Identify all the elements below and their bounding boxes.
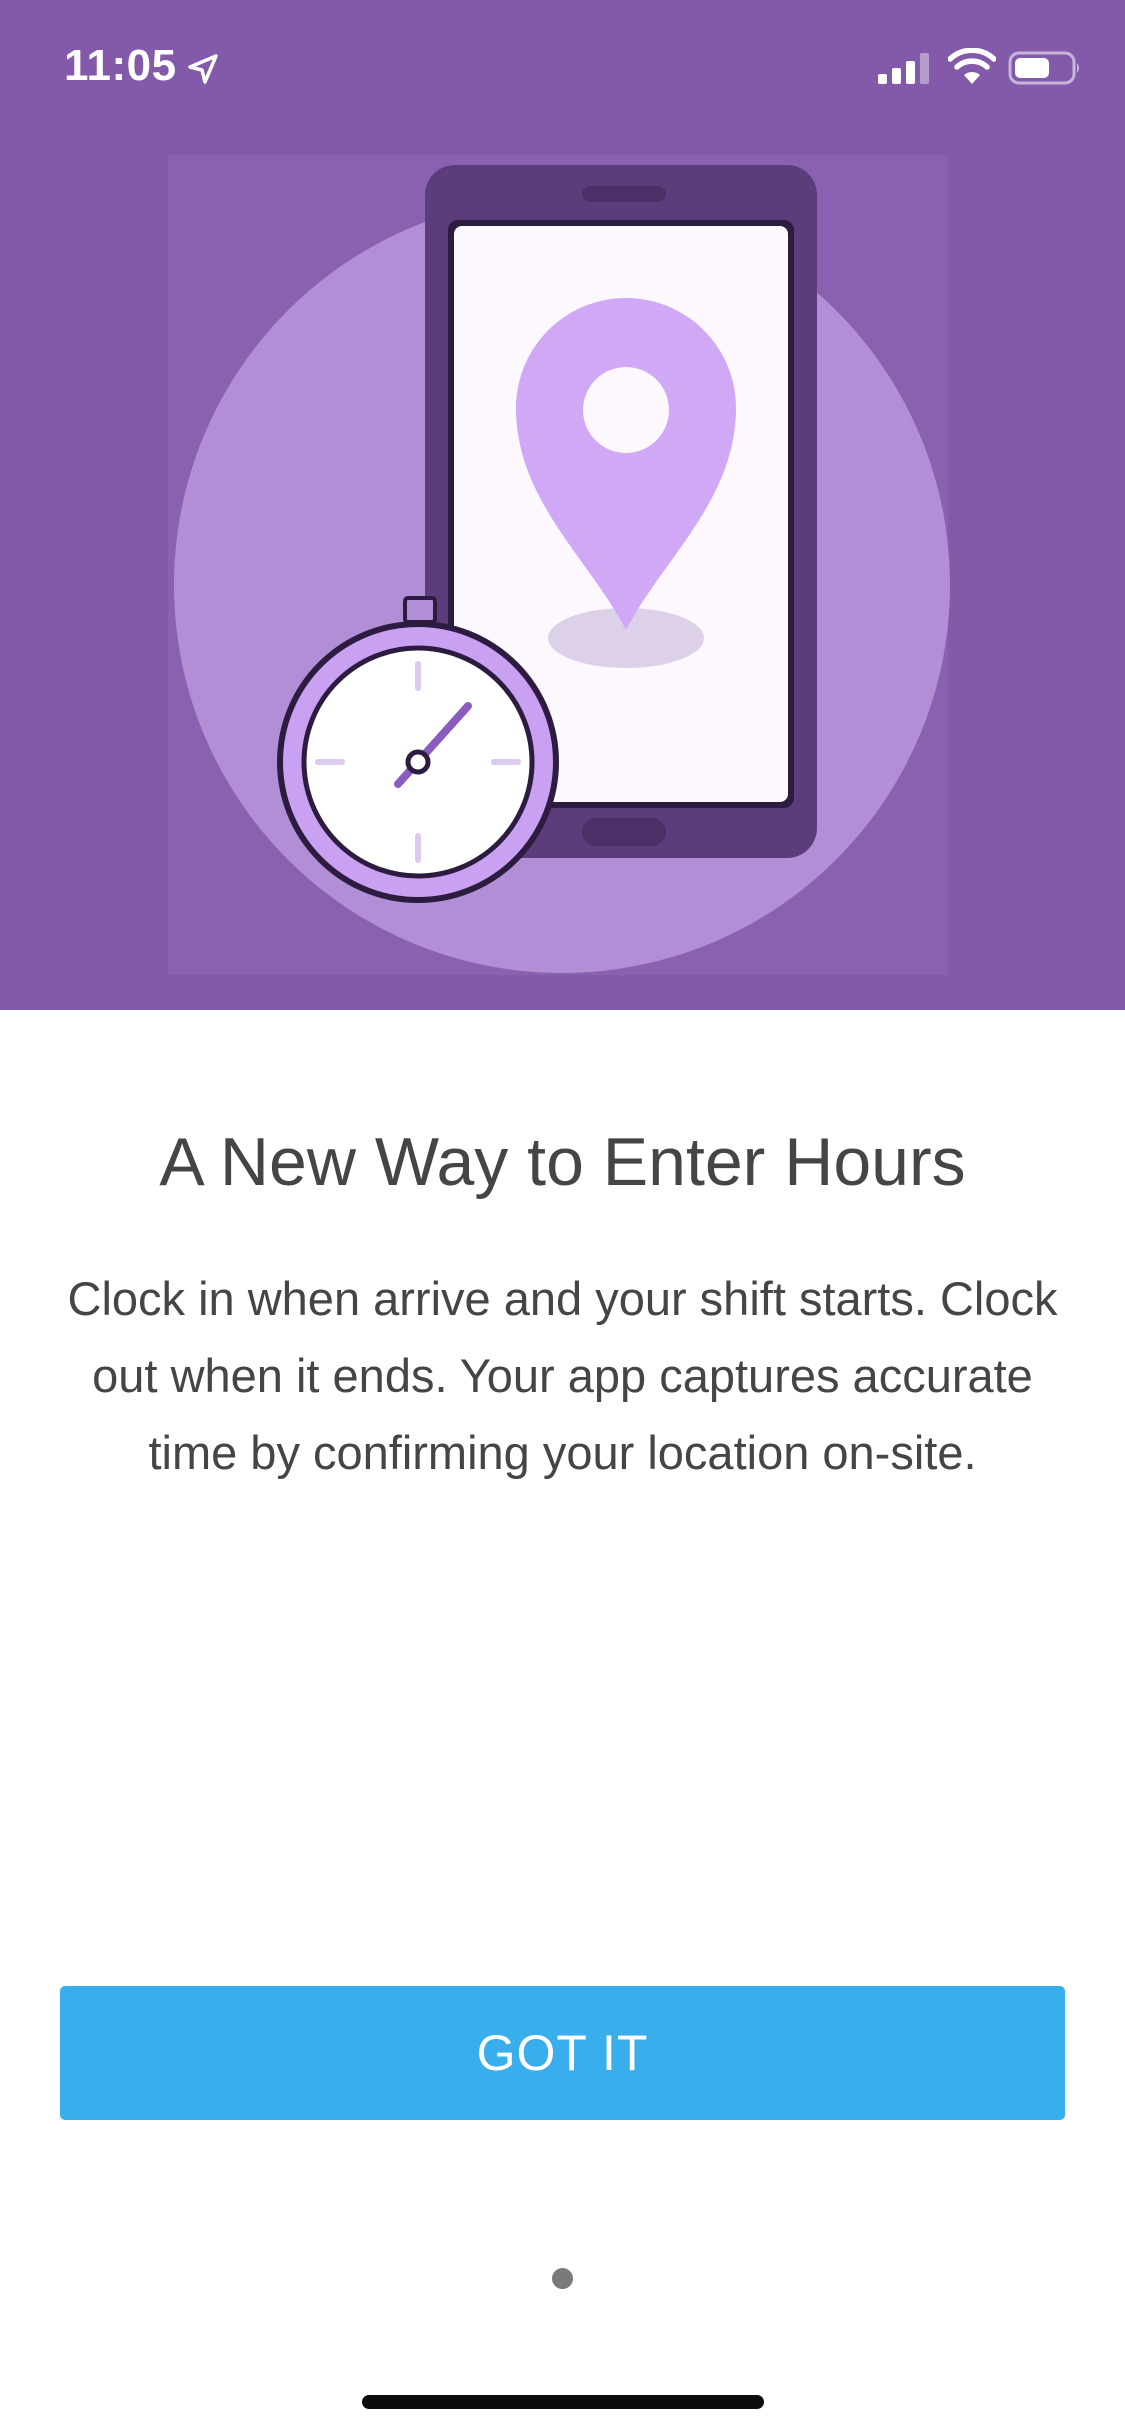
cellular-signal-icon <box>878 53 929 84</box>
status-bar: 11:05 <box>0 0 1125 132</box>
status-time: 11:05 <box>64 41 177 90</box>
phone-location-stopwatch-illustration <box>168 155 950 975</box>
location-arrow-icon <box>188 54 218 84</box>
page-title: A New Way to Enter Hours <box>159 1124 966 1200</box>
home-indicator[interactable] <box>362 2395 764 2409</box>
description-text: Clock in when arrive and your shift star… <box>67 1272 1058 1479</box>
hero-banner: 11:05 <box>0 0 1125 1010</box>
got-it-button[interactable]: GOT IT <box>60 1986 1065 2120</box>
battery-icon <box>1008 51 1079 85</box>
wifi-icon <box>948 48 996 84</box>
page-indicator-dot <box>552 2268 573 2289</box>
